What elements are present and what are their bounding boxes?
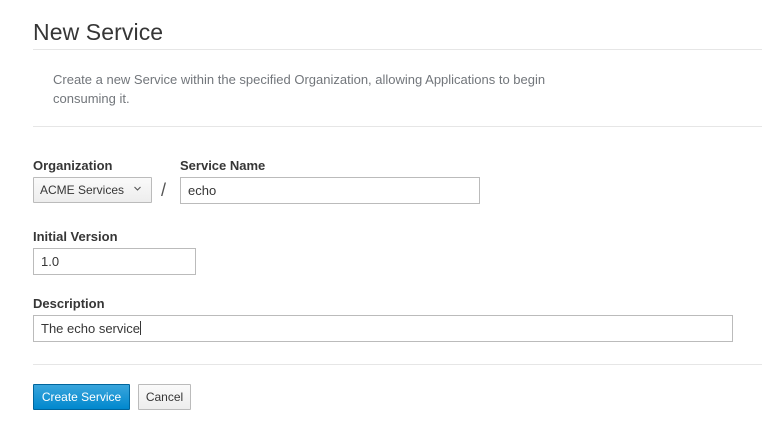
initial-version-input[interactable]: 1.0 bbox=[33, 248, 196, 275]
page-title: New Service bbox=[33, 19, 164, 45]
initial-version-label: Initial Version bbox=[33, 229, 118, 244]
org-name-separator: / bbox=[161, 180, 167, 200]
organization-selected-value: ACME Services bbox=[40, 183, 125, 197]
service-name-input[interactable]: echo bbox=[180, 177, 480, 204]
actions-divider bbox=[33, 364, 762, 365]
page-description: Create a new Service within the specifie… bbox=[53, 72, 546, 106]
text-cursor bbox=[140, 321, 141, 335]
cancel-button[interactable]: Cancel bbox=[138, 384, 191, 410]
create-service-button[interactable]: Create Service bbox=[33, 384, 130, 410]
description-divider bbox=[33, 126, 762, 127]
description-input-value: The echo service bbox=[41, 321, 140, 336]
title-divider bbox=[33, 49, 762, 50]
organization-select[interactable]: ACME Services bbox=[33, 177, 152, 203]
chevron-down-icon bbox=[134, 186, 141, 191]
description-input[interactable]: The echo service bbox=[33, 315, 733, 342]
description-label: Description bbox=[33, 296, 105, 311]
organization-label: Organization bbox=[33, 158, 113, 173]
new-service-page: New Service Create a new Service within … bbox=[0, 0, 762, 441]
service-name-label: Service Name bbox=[180, 158, 266, 173]
